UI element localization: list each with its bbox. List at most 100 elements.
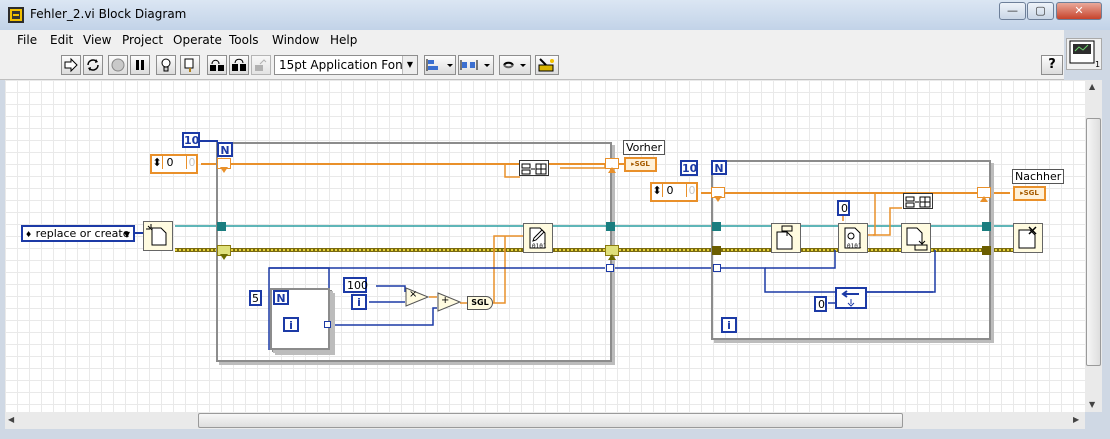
- menu-tools[interactable]: Tools: [229, 33, 259, 47]
- right-loop-iteration-terminal: i: [721, 317, 737, 333]
- right-refnum-tunnel-in[interactable]: [712, 222, 721, 231]
- pause-button[interactable]: [130, 55, 150, 75]
- abort-button[interactable]: [108, 55, 128, 75]
- retain-wire-values-button[interactable]: [180, 55, 200, 75]
- left-count-tunnel[interactable]: [606, 264, 614, 272]
- write-binary-file-vi[interactable]: 0101: [523, 223, 553, 253]
- left-error-shift-out[interactable]: [605, 245, 619, 260]
- enum-wire: [135, 232, 143, 234]
- multiply-node[interactable]: ×: [405, 287, 430, 307]
- menu-file[interactable]: File: [17, 33, 37, 47]
- right-refnum-tunnel-out[interactable]: [982, 222, 991, 231]
- text-settings-select[interactable]: 15pt Application Font ▼: [274, 55, 418, 75]
- menu-bar: File Edit View Project Operate Tools Win…: [0, 30, 1064, 51]
- read-count-constant[interactable]: 0: [837, 200, 850, 216]
- distribute-objects-button[interactable]: [458, 55, 494, 75]
- text-settings-value: 15pt Application Font: [279, 58, 408, 72]
- vorher-indicator[interactable]: ▸SGL: [624, 157, 657, 172]
- set-file-position-vi[interactable]: [771, 223, 801, 253]
- inner-loop-output-tunnel[interactable]: [324, 321, 331, 328]
- step-into-button[interactable]: [207, 55, 227, 75]
- left-error-shift-in[interactable]: [217, 245, 231, 260]
- right-error-tunnel-out[interactable]: [982, 246, 991, 255]
- cleanup-diagram-icon: [538, 58, 554, 72]
- read-binary-file-vi[interactable]: 0101: [838, 223, 868, 253]
- left-refnum-tunnel-in[interactable]: [217, 222, 226, 231]
- menu-window[interactable]: Window: [272, 33, 319, 47]
- close-button[interactable]: ✕: [1056, 2, 1102, 20]
- right-loop-count-constant[interactable]: 10: [680, 160, 698, 176]
- close-file-icon: [1018, 226, 1037, 249]
- left-shift-init-disabled: 0: [186, 156, 197, 169]
- cleanup-diagram-button[interactable]: [535, 55, 559, 75]
- right-build-array[interactable]: [903, 193, 933, 209]
- open-file-vi[interactable]: [143, 221, 173, 251]
- vertical-scroll-thumb[interactable]: [1086, 118, 1101, 366]
- left-shift-init-array[interactable]: ⬍ 0 0: [150, 154, 198, 174]
- triangle-up-icon: [608, 254, 616, 260]
- right-shift-init-disabled: 0: [686, 184, 697, 197]
- triangle-down-icon: [220, 167, 228, 173]
- left-shift-init-value: 0: [166, 156, 174, 169]
- window-title: Fehler_2.vi Block Diagram: [30, 7, 187, 21]
- right-shift-register-in[interactable]: [711, 187, 725, 202]
- scroll-right-icon[interactable]: ▶: [1073, 415, 1079, 424]
- left-shift-register-in[interactable]: [217, 158, 231, 173]
- scroll-left-icon[interactable]: ◀: [8, 415, 14, 424]
- reorder-button[interactable]: [499, 55, 531, 75]
- vi-icon-connector-pane[interactable]: 1: [1066, 38, 1102, 70]
- left-shift-register-out[interactable]: [605, 158, 619, 173]
- run-button[interactable]: [61, 55, 81, 75]
- block-diagram-canvas[interactable]: ♦ replace or create ▼ 10 N ⬍ 0 0 0101 5 …: [5, 80, 1085, 412]
- align-objects-icon: [426, 59, 453, 71]
- shift-zero-constant[interactable]: 0: [814, 296, 827, 312]
- constant-100[interactable]: 100: [343, 277, 368, 293]
- add-node[interactable]: +: [437, 292, 462, 312]
- run-arrow-icon: [64, 57, 78, 73]
- menu-edit[interactable]: Edit: [50, 33, 73, 47]
- scroll-down-icon[interactable]: ▼: [1089, 400, 1095, 409]
- highlight-execution-button[interactable]: [156, 55, 176, 75]
- right-shift-register-out[interactable]: [977, 187, 991, 202]
- svg-text:0101: 0101: [532, 243, 547, 250]
- open-mode-enum[interactable]: ♦ replace or create ▼: [21, 225, 135, 242]
- add-glyph: +: [441, 295, 450, 306]
- to-sgl-conversion[interactable]: SGL: [467, 296, 493, 310]
- left-build-array[interactable]: [519, 160, 549, 176]
- maximize-button[interactable]: ▢: [1027, 2, 1054, 20]
- toolbar: 15pt Application Font ▼ ?: [0, 51, 1064, 80]
- get-file-position-vi[interactable]: [901, 223, 931, 253]
- rotate-array-node[interactable]: [835, 287, 867, 309]
- nachher-indicator[interactable]: ▸SGL: [1013, 186, 1046, 201]
- left-refnum-tunnel-out[interactable]: [606, 222, 615, 231]
- menu-view[interactable]: View: [83, 33, 111, 47]
- scroll-up-icon[interactable]: ▲: [1089, 82, 1095, 91]
- multiply-glyph: ×: [409, 289, 418, 300]
- left-loop-iteration-terminal: i: [351, 294, 367, 310]
- right-shift-init-array[interactable]: ⬍ 0 0: [650, 182, 698, 202]
- set-file-position-icon: [776, 225, 793, 250]
- menu-operate[interactable]: Operate: [173, 33, 222, 47]
- context-help-button[interactable]: ?: [1041, 55, 1063, 75]
- run-continuously-icon: [87, 59, 99, 71]
- step-over-button[interactable]: [229, 55, 249, 75]
- right-count-tunnel[interactable]: [713, 264, 721, 272]
- menu-project[interactable]: Project: [122, 33, 163, 47]
- step-out-icon: [255, 59, 267, 71]
- chevron-down-icon: ▼: [402, 56, 417, 74]
- array-index-icon: ⬍: [152, 156, 163, 169]
- step-out-button[interactable]: [251, 55, 271, 75]
- right-error-tunnel-in[interactable]: [712, 246, 721, 255]
- minimize-button[interactable]: —: [999, 2, 1026, 20]
- inner-loop-count-constant[interactable]: 5: [249, 290, 262, 306]
- nachher-type: SGL: [1023, 189, 1039, 197]
- question-mark-icon: ?: [1048, 57, 1056, 72]
- run-continuously-button[interactable]: [83, 55, 103, 75]
- menu-help[interactable]: Help: [330, 33, 357, 47]
- close-file-vi[interactable]: [1013, 223, 1043, 253]
- align-objects-button[interactable]: [424, 55, 456, 75]
- horizontal-scroll-thumb[interactable]: [198, 413, 903, 428]
- triangle-up-icon: [980, 196, 988, 202]
- step-into-icon: [210, 59, 224, 71]
- lightbulb-icon: [161, 58, 171, 72]
